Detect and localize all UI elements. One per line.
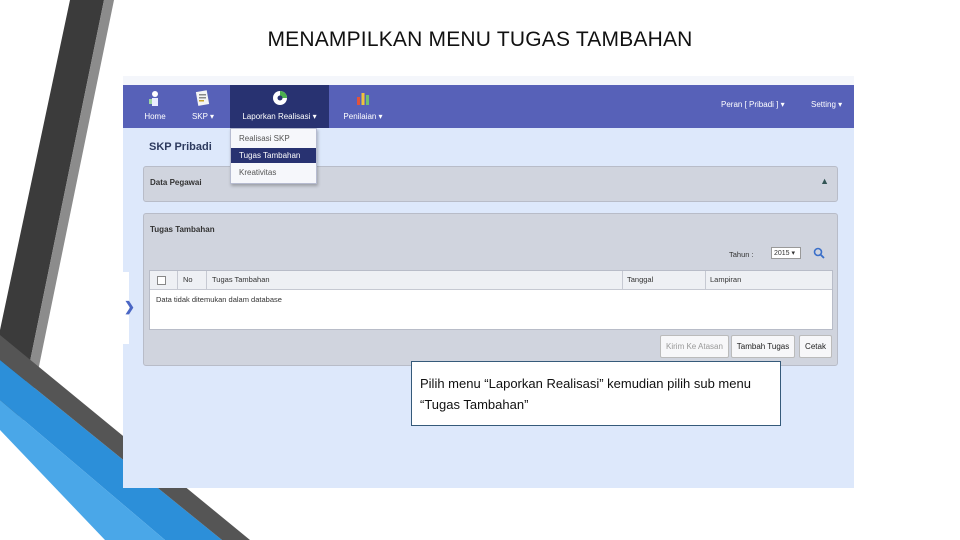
tugas-tambahan-panel: Tugas Tambahan Tahun : 2015 ▾ No Tugas T… (143, 213, 838, 366)
cetak-button[interactable]: Cetak (799, 335, 832, 358)
menu-item-tugas-tambahan[interactable]: Tugas Tambahan (231, 148, 316, 163)
column-header-tanggal[interactable]: Tanggal (627, 271, 653, 289)
tahun-select[interactable]: 2015 ▾ (771, 247, 801, 259)
table-header-row: No Tugas Tambahan Tanggal Lampiran (150, 271, 832, 290)
nav-home-label: Home (144, 112, 166, 121)
menu-item-kreativitas[interactable]: Kreativitas (231, 165, 316, 180)
app-screenshot: Home SKP ▾ Laporkan Realisasi ▾ Penilaia… (123, 76, 854, 488)
document-icon (195, 90, 210, 106)
tugas-tambahan-table: No Tugas Tambahan Tanggal Lampiran Data … (149, 270, 833, 330)
nav-laporkan-realisasi[interactable]: Laporkan Realisasi ▾ (230, 85, 329, 128)
bar-chart-icon (357, 93, 369, 105)
nav-home[interactable]: Home (137, 85, 173, 128)
table-empty-message: Data tidak ditemukan dalam database (156, 295, 282, 304)
column-divider (177, 271, 178, 289)
chevron-right-icon[interactable]: ❯ (124, 299, 135, 315)
column-divider (206, 271, 207, 289)
column-divider (705, 271, 706, 289)
slide-title: MENAMPILKAN MENU TUGAS TAMBAHAN (267, 28, 693, 51)
page-heading: SKP Pribadi (149, 141, 212, 153)
search-icon[interactable] (813, 247, 825, 259)
column-header-lampiran[interactable]: Lampiran (710, 271, 741, 289)
tugas-tambahan-title: Tugas Tambahan (150, 225, 215, 234)
nav-skp[interactable]: SKP ▾ (185, 85, 221, 128)
select-all-checkbox[interactable] (157, 276, 166, 285)
column-header-tugas[interactable]: Tugas Tambahan (212, 271, 270, 289)
kirim-ke-atasan-button[interactable]: Kirim Ke Atasan (660, 335, 729, 358)
column-divider (622, 271, 623, 289)
chevron-up-icon[interactable]: ▲ (820, 176, 829, 186)
laporkan-realisasi-dropdown: Realisasi SKP Tugas Tambahan Kreativitas (230, 128, 317, 184)
top-navbar: Home SKP ▾ Laporkan Realisasi ▾ Penilaia… (123, 85, 854, 128)
instruction-callout: Pilih menu “Laporkan Realisasi” kemudian… (411, 361, 781, 426)
menu-item-realisasi-skp[interactable]: Realisasi SKP (231, 131, 316, 146)
nav-penilaian[interactable]: Penilaian ▾ (338, 85, 388, 128)
nav-setting-dropdown[interactable]: Setting ▾ (811, 100, 842, 109)
nav-laporkan-label: Laporkan Realisasi ▾ (242, 112, 317, 121)
nav-skp-label: SKP ▾ (191, 112, 215, 121)
home-icon (149, 91, 158, 106)
column-header-no[interactable]: No (183, 271, 193, 289)
report-chart-icon (272, 91, 287, 105)
nav-peran-dropdown[interactable]: Peran [ Pribadi ] ▾ (721, 100, 785, 109)
tambah-tugas-button[interactable]: Tambah Tugas (731, 335, 795, 358)
nav-penilaian-label: Penilaian ▾ (343, 112, 383, 121)
data-pegawai-title: Data Pegawai (150, 178, 202, 187)
tahun-label: Tahun : (729, 250, 754, 259)
